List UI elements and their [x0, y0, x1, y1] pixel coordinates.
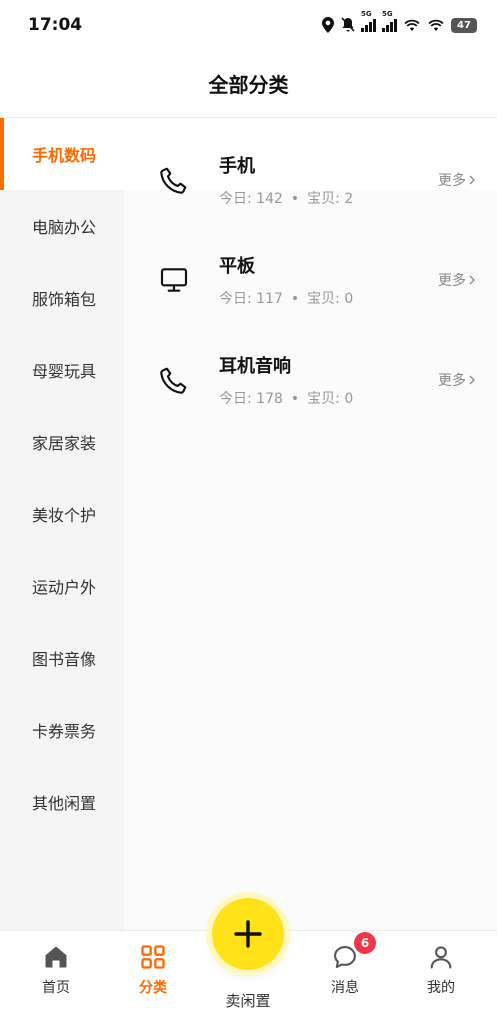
- tab-messages[interactable]: 消息: [305, 943, 385, 997]
- home-icon: [45, 946, 67, 968]
- more-link[interactable]: 更多: [438, 370, 475, 390]
- category-meta: 今日: 142 • 宝贝: 2: [219, 188, 353, 208]
- network-label: 5G: [361, 9, 372, 18]
- network-label: 5G: [382, 9, 393, 18]
- today-count: 今日: 117: [219, 291, 283, 307]
- messages-badge: 6: [354, 932, 376, 954]
- category-content: 手机 今日: 142 • 宝贝: 2 更多 平板 今日: 117 • 宝贝: 0 更多 …: [124, 118, 497, 930]
- signal-icon: 5G: [361, 10, 376, 32]
- location-icon: [322, 17, 334, 33]
- sidebar-item-beauty-care[interactable]: 美妆个护: [0, 478, 124, 550]
- category-name: 手机: [219, 156, 255, 177]
- more-link[interactable]: 更多: [438, 170, 475, 190]
- user-icon: [430, 946, 452, 969]
- more-link[interactable]: 更多: [438, 270, 475, 290]
- category-row[interactable]: 手机 今日: 142 • 宝贝: 2 更多: [124, 130, 497, 230]
- tab-home[interactable]: 首页: [16, 943, 96, 997]
- tab-label: 消息: [331, 980, 359, 996]
- sidebar-item-computers-office[interactable]: 电脑办公: [0, 190, 124, 262]
- sidebar-item-baby-toys[interactable]: 母婴玩具: [0, 334, 124, 406]
- signal-icon: 5G: [382, 10, 397, 32]
- chevron-right-icon: [469, 175, 475, 185]
- page-title: 全部分类: [208, 73, 289, 97]
- wifi-icon: [428, 19, 444, 31]
- grid-icon: [141, 945, 165, 969]
- meta-separator: •: [290, 391, 300, 407]
- item-count: 宝贝: 2: [307, 191, 354, 207]
- category-sidebar: 手机数码 电脑办公 服饰箱包 母婴玩具 家居家装 美妆个护 运动户外 图书音像 …: [0, 118, 124, 930]
- today-count: 今日: 142: [219, 191, 283, 207]
- phone-icon: [160, 167, 187, 194]
- chevron-right-icon: [469, 375, 475, 385]
- battery-indicator: 47: [451, 17, 477, 33]
- status-bar: 17:04 5G 5G 47: [0, 0, 497, 50]
- sidebar-item-phones-digital[interactable]: 手机数码: [0, 118, 124, 190]
- sidebar-item-home-decor[interactable]: 家居家装: [0, 406, 124, 478]
- monitor-icon: [160, 268, 188, 292]
- sidebar-item-apparel-bags[interactable]: 服饰箱包: [0, 262, 124, 334]
- mute-icon: [341, 17, 355, 32]
- status-icons: 5G 5G 47: [321, 10, 477, 33]
- status-time: 17:04: [28, 15, 83, 35]
- item-count: 宝贝: 0: [307, 391, 354, 407]
- today-count: 今日: 178: [219, 391, 283, 407]
- sidebar-item-vouchers-tickets[interactable]: 卡券票务: [0, 694, 124, 766]
- category-name: 平板: [219, 256, 255, 277]
- item-count: 宝贝: 0: [307, 291, 354, 307]
- category-row[interactable]: 平板 今日: 117 • 宝贝: 0 更多: [124, 230, 497, 330]
- meta-separator: •: [290, 191, 300, 207]
- tab-label: 分类: [139, 980, 167, 996]
- category-row[interactable]: 耳机音响 今日: 178 • 宝贝: 0 更多: [124, 330, 497, 430]
- tab-label: 首页: [42, 980, 70, 996]
- tab-category[interactable]: 分类: [113, 943, 193, 997]
- category-meta: 今日: 117 • 宝贝: 0: [219, 288, 353, 308]
- sell-button[interactable]: [212, 898, 284, 970]
- category-meta: 今日: 178 • 宝贝: 0: [219, 388, 353, 408]
- category-name: 耳机音响: [219, 356, 291, 377]
- plus-icon: [234, 920, 262, 948]
- wifi-icon: [404, 19, 420, 31]
- sidebar-item-other-idle[interactable]: 其他闲置: [0, 766, 124, 838]
- tab-mine[interactable]: 我的: [401, 943, 481, 997]
- sidebar-item-books-media[interactable]: 图书音像: [0, 622, 124, 694]
- sidebar-item-sports-outdoor[interactable]: 运动户外: [0, 550, 124, 622]
- phone-icon: [160, 367, 187, 394]
- chevron-right-icon: [469, 275, 475, 285]
- meta-separator: •: [290, 291, 300, 307]
- sell-label: 卖闲置: [225, 992, 271, 1010]
- page-header: 全部分类: [0, 50, 497, 118]
- tab-label: 我的: [427, 980, 455, 996]
